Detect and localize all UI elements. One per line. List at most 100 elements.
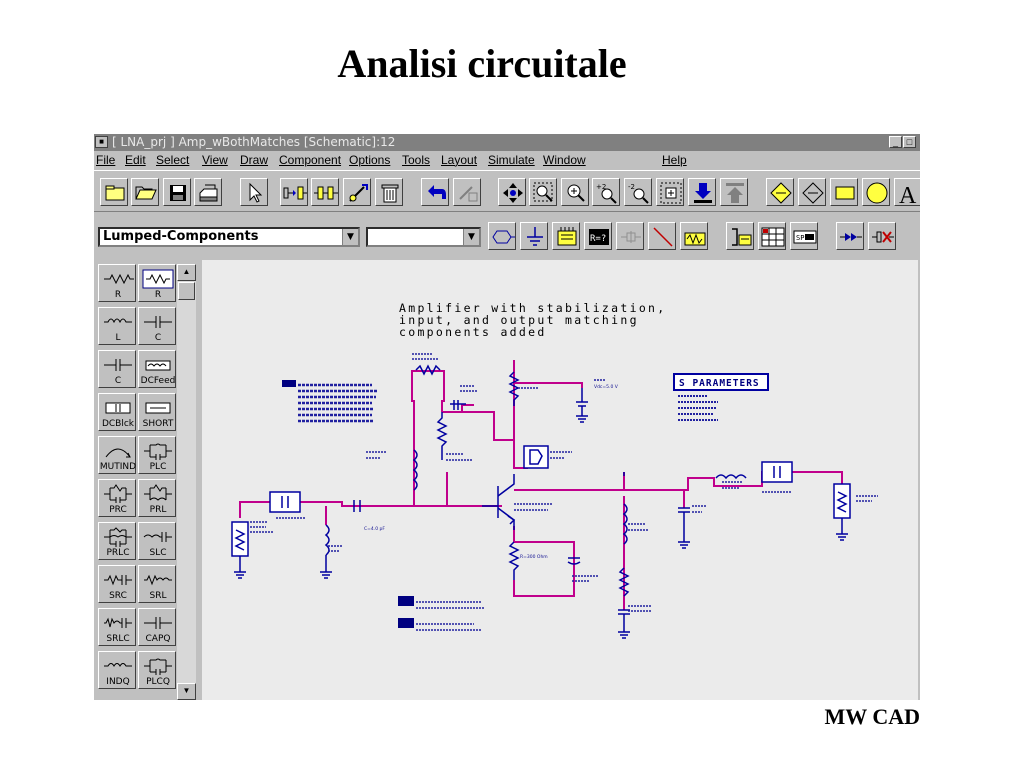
- sparam-title: S PARAMETERS: [679, 378, 760, 389]
- var-block-text: [298, 383, 378, 423]
- insert-text-button[interactable]: A: [894, 178, 920, 207]
- component-combo-arrow[interactable]: ▼: [463, 229, 479, 245]
- palette-item-prlc[interactable]: PRLC: [98, 522, 136, 560]
- transistor-node-button[interactable]: [836, 222, 864, 250]
- menu-bar: File Edit Select View Draw Component Opt…: [94, 151, 920, 170]
- component-combo[interactable]: ▼: [366, 227, 481, 247]
- palette-item-dcblck[interactable]: DCBlck: [98, 393, 136, 431]
- disabled-connector-button[interactable]: [616, 222, 644, 250]
- svg-text:-2: -2: [628, 183, 635, 191]
- palette-item-mutind[interactable]: MUTIND: [98, 436, 136, 474]
- scroll-down-button[interactable]: ▼: [177, 683, 196, 700]
- rotate-button[interactable]: [343, 178, 371, 206]
- draw-line-button[interactable]: [648, 222, 676, 250]
- draw-rectangle-button[interactable]: [830, 178, 858, 206]
- delete-trash-button[interactable]: [375, 178, 403, 206]
- ground-button[interactable]: [520, 222, 548, 250]
- port-button[interactable]: [488, 222, 516, 250]
- menu-view[interactable]: View: [202, 151, 228, 170]
- data-display-button[interactable]: [758, 222, 786, 250]
- var-block-icon: [282, 380, 296, 387]
- srl-icon: [144, 574, 172, 586]
- palette-item-src[interactable]: SRC: [98, 565, 136, 603]
- print-button[interactable]: [194, 178, 222, 206]
- menu-file[interactable]: File: [96, 151, 115, 170]
- menu-select[interactable]: Select: [156, 151, 189, 170]
- undo-button[interactable]: [421, 178, 449, 206]
- equation-r-button[interactable]: R=?: [584, 222, 612, 250]
- window-system-icon[interactable]: ■: [95, 136, 108, 148]
- measure-eqn-icon: [398, 596, 414, 606]
- menu-layout[interactable]: Layout: [441, 151, 477, 170]
- select-pointer-button[interactable]: [240, 178, 268, 206]
- short-icon: [145, 402, 171, 414]
- draw-polyline-button[interactable]: [798, 178, 826, 206]
- srlc-icon: [104, 617, 132, 628]
- draw-polygon-button[interactable]: [766, 178, 794, 206]
- palette-item-srl[interactable]: SRL: [138, 565, 176, 603]
- insert-pin-button[interactable]: [311, 178, 339, 206]
- palette-item-label: R: [154, 290, 162, 300]
- deactivate-button[interactable]: [868, 222, 896, 250]
- palette-item-slc[interactable]: SLC: [138, 522, 176, 560]
- save-button[interactable]: [163, 178, 191, 206]
- palette-item-plc[interactable]: PLC: [138, 436, 176, 474]
- palette-item-prc[interactable]: PRC: [98, 479, 136, 517]
- menu-tools[interactable]: Tools: [402, 151, 430, 170]
- palette-item-label: PLC: [149, 462, 167, 472]
- redo-button[interactable]: [453, 178, 481, 206]
- menu-help[interactable]: Help: [662, 151, 687, 170]
- pan-button[interactable]: [498, 178, 526, 206]
- zoom-area-button[interactable]: [529, 178, 557, 206]
- src-icon: [104, 574, 132, 586]
- slide-footer: MW CAD: [824, 704, 920, 729]
- palette-item-indq[interactable]: INDQ: [98, 651, 136, 689]
- zoom-in-button[interactable]: [561, 178, 589, 206]
- zoom-x2-button[interactable]: +2: [592, 178, 620, 206]
- palette-item-label: PRL: [149, 505, 167, 515]
- view-all-button[interactable]: [656, 178, 684, 206]
- component-toolbar: Lumped-Components ▼ ▼ R=? SP: [94, 214, 920, 254]
- emitter-res-label: R=300 Ohm: [520, 554, 548, 560]
- ads-schematic-window: ■ [ LNA_prj ] Amp_wBothMatches [Schemati…: [94, 134, 920, 700]
- menu-simulate[interactable]: Simulate: [488, 151, 535, 170]
- menu-edit[interactable]: Edit: [125, 151, 146, 170]
- menu-window[interactable]: Window: [543, 151, 586, 170]
- palette-item-capq[interactable]: CAPQ: [138, 608, 176, 646]
- palette-item-c[interactable]: C: [138, 307, 176, 345]
- library-combo[interactable]: Lumped-Components ▼: [98, 227, 360, 247]
- palette-item-l[interactable]: L: [98, 307, 136, 345]
- svg-text:SP: SP: [796, 234, 804, 242]
- palette-item-dcfeed[interactable]: DCFeed: [138, 350, 176, 388]
- open-folder-button[interactable]: [131, 178, 159, 206]
- palette-item-srlc[interactable]: SRLC: [98, 608, 136, 646]
- pop-out-hierarchy-button[interactable]: [720, 178, 748, 206]
- scroll-thumb[interactable]: [178, 282, 195, 300]
- menu-draw[interactable]: Draw: [240, 151, 268, 170]
- sim-controller-button[interactable]: SP: [790, 222, 818, 250]
- schematic-canvas[interactable]: Amplifier with stabilization, input, and…: [202, 260, 918, 700]
- source-button[interactable]: [680, 222, 708, 250]
- variable-equation-button[interactable]: [552, 222, 580, 250]
- draw-circle-button[interactable]: [862, 178, 890, 206]
- menu-component[interactable]: Component: [279, 151, 341, 170]
- push-into-hierarchy-button[interactable]: [688, 178, 716, 206]
- palette-scrollbar[interactable]: ▲ ▼: [177, 264, 196, 700]
- minimize-button[interactable]: _: [889, 136, 902, 148]
- palette-item-plcq[interactable]: PLCQ: [138, 651, 176, 689]
- palette-item-r[interactable]: R: [98, 264, 136, 302]
- palette-item-c[interactable]: C: [98, 350, 136, 388]
- palette-item-r[interactable]: R: [138, 264, 176, 302]
- maximize-button[interactable]: □: [903, 136, 916, 148]
- scroll-up-button[interactable]: ▲: [177, 264, 196, 281]
- zoom-out-button[interactable]: -2: [624, 178, 652, 206]
- new-button[interactable]: [100, 178, 128, 206]
- menu-options[interactable]: Options: [349, 151, 390, 170]
- simulate-button[interactable]: [726, 222, 754, 250]
- palette-item-short[interactable]: SHORT: [138, 393, 176, 431]
- palette-item-prl[interactable]: PRL: [138, 479, 176, 517]
- library-combo-arrow[interactable]: ▼: [342, 229, 358, 245]
- palette-item-label: SRL: [149, 591, 167, 601]
- insert-wire-button[interactable]: [280, 178, 308, 206]
- palette-item-label: CAPQ: [145, 634, 171, 644]
